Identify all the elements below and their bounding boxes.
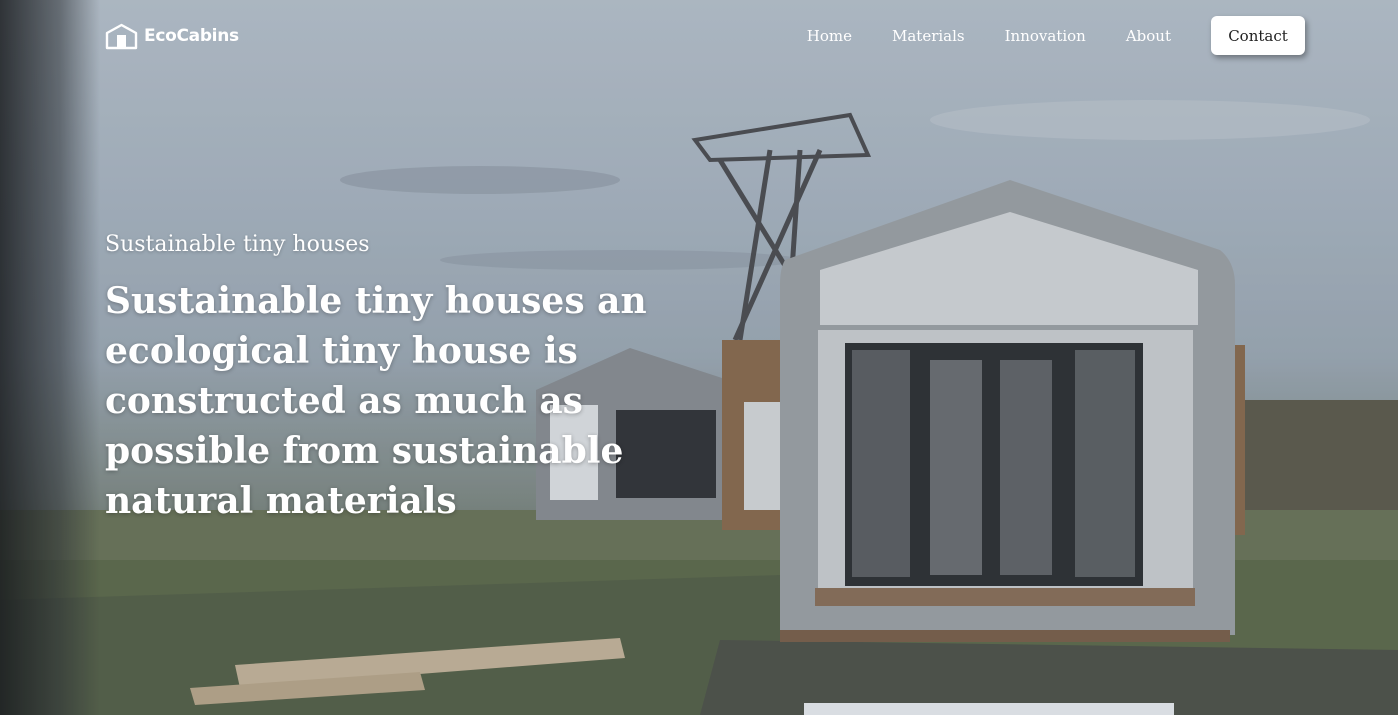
nav-link-innovation[interactable]: Innovation bbox=[1005, 27, 1086, 45]
nav-link-about[interactable]: About bbox=[1126, 27, 1171, 45]
hero-headline: Sustainable tiny houses an ecological ti… bbox=[105, 280, 647, 522]
bottom-card-peek bbox=[804, 703, 1174, 715]
brand-name: EcoCabins bbox=[144, 26, 239, 46]
hero-eyebrow: Sustainable tiny houses bbox=[105, 232, 370, 257]
nav-links: Home Materials Innovation About Contact bbox=[807, 16, 1305, 55]
top-navigation: EcoCabins Home Materials Innovation Abou… bbox=[0, 0, 1398, 72]
hero-section: EcoCabins Home Materials Innovation Abou… bbox=[0, 0, 1398, 715]
nav-link-materials[interactable]: Materials bbox=[892, 27, 965, 45]
cabin-logo-icon bbox=[105, 23, 138, 49]
brand-logo[interactable]: EcoCabins bbox=[105, 22, 239, 50]
contact-button[interactable]: Contact bbox=[1211, 16, 1305, 55]
nav-link-home[interactable]: Home bbox=[807, 27, 852, 45]
